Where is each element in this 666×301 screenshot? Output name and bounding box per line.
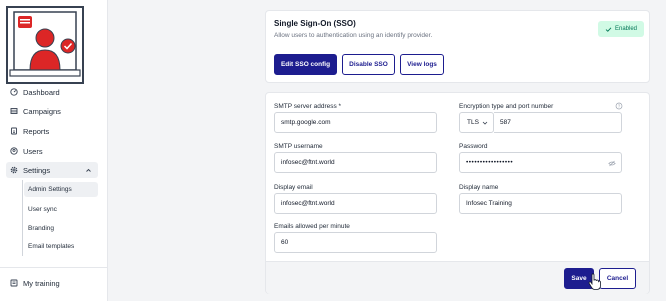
- smtp-server-label: SMTP server address *: [274, 103, 342, 110]
- edit-sso-config-button[interactable]: Edit SSO config: [274, 54, 337, 75]
- sidebar-item-reports[interactable]: Reports: [10, 123, 102, 139]
- chevron-up-icon[interactable]: [85, 167, 92, 174]
- reports-icon: [10, 127, 18, 135]
- status-badge: Enabled: [598, 21, 644, 37]
- display-email-label: Display email: [274, 184, 313, 191]
- disable-sso-button[interactable]: Disable SSO: [342, 54, 395, 75]
- emails-per-minute-label: Emails allowed per minute: [274, 223, 350, 230]
- display-name-label: Display name: [459, 184, 499, 191]
- training-logo-icon: [9, 11, 81, 77]
- smtp-username-input[interactable]: infosec@ftnt.world: [274, 152, 437, 173]
- sidebar-item-label: Users: [23, 146, 43, 156]
- sidebar-subitem-label: Email templates: [28, 243, 75, 250]
- password-label: Password: [459, 143, 488, 150]
- sidebar-item-label: Reports: [23, 126, 50, 136]
- sidebar-subitem-user-sync[interactable]: User sync: [24, 202, 98, 217]
- gear-icon: [10, 166, 18, 174]
- smtp-settings-card: SMTP server address * smtp.google.com En…: [265, 92, 650, 294]
- cancel-button[interactable]: Cancel: [599, 268, 636, 289]
- encryption-type-select[interactable]: TLS: [459, 112, 494, 133]
- status-badge-label: Enabled: [614, 26, 638, 32]
- sidebar-item-label: Settings: [23, 165, 51, 175]
- sso-card: Single Sign-On (SSO) Allow users to auth…: [265, 10, 650, 83]
- sidebar-subitem-branding[interactable]: Branding: [24, 221, 98, 236]
- smtp-server-input[interactable]: smtp.google.com: [274, 112, 437, 133]
- password-input[interactable]: •••••••••••••••••: [459, 152, 622, 173]
- sidebar-item-label: My training: [23, 278, 60, 288]
- sidebar-subitem-label: Branding: [28, 225, 55, 232]
- sidebar-item-my-training[interactable]: My training: [10, 275, 102, 291]
- sidebar-item-label: Dashboard: [23, 87, 60, 97]
- help-icon[interactable]: ?: [615, 102, 623, 110]
- hand-cursor-icon: [588, 273, 601, 290]
- campaigns-icon: [10, 107, 18, 115]
- chevron-down-icon: [482, 121, 488, 125]
- users-icon: [10, 147, 18, 155]
- sso-title: Single Sign-On (SSO): [274, 19, 356, 28]
- svg-text:?: ?: [618, 104, 621, 109]
- password-value: •••••••••••••••••: [466, 159, 514, 166]
- sidebar-divider: [0, 267, 107, 268]
- encryption-type-value: TLS: [467, 119, 479, 126]
- emails-per-minute-input[interactable]: 60: [274, 232, 437, 253]
- port-input[interactable]: 587: [494, 112, 622, 133]
- sidebar-subitem-label: Admin Settings: [28, 186, 72, 193]
- sidebar-item-users[interactable]: Users: [10, 143, 102, 159]
- app-logo: [6, 6, 84, 84]
- sidebar: Dashboard Campaigns Reports Users Settin…: [0, 0, 108, 301]
- sidebar-item-campaigns[interactable]: Campaigns: [10, 103, 102, 119]
- display-name-input[interactable]: Infosec Training: [459, 193, 622, 214]
- sidebar-subitem-email-templates[interactable]: Email templates: [24, 239, 98, 254]
- sidebar-item-label: Campaigns: [23, 106, 61, 116]
- view-logs-button[interactable]: View logs: [400, 54, 444, 75]
- dashboard-icon: [10, 88, 18, 96]
- sidebar-subitem-label: User sync: [28, 206, 57, 213]
- sidebar-item-settings[interactable]: Settings: [6, 162, 98, 178]
- eye-off-icon[interactable]: [608, 160, 616, 167]
- sso-subtitle: Allow users to authentication using an i…: [274, 32, 433, 39]
- sidebar-item-dashboard[interactable]: Dashboard: [10, 84, 102, 100]
- encryption-label: Encryption type and port number: [459, 103, 554, 110]
- display-email-input[interactable]: infosec@ftnt.world: [274, 193, 437, 214]
- check-icon: [605, 26, 612, 32]
- smtp-username-label: SMTP username: [274, 143, 323, 150]
- submenu-guide: [22, 180, 23, 256]
- training-icon: [10, 279, 18, 287]
- sidebar-subitem-admin-settings[interactable]: Admin Settings: [24, 182, 98, 197]
